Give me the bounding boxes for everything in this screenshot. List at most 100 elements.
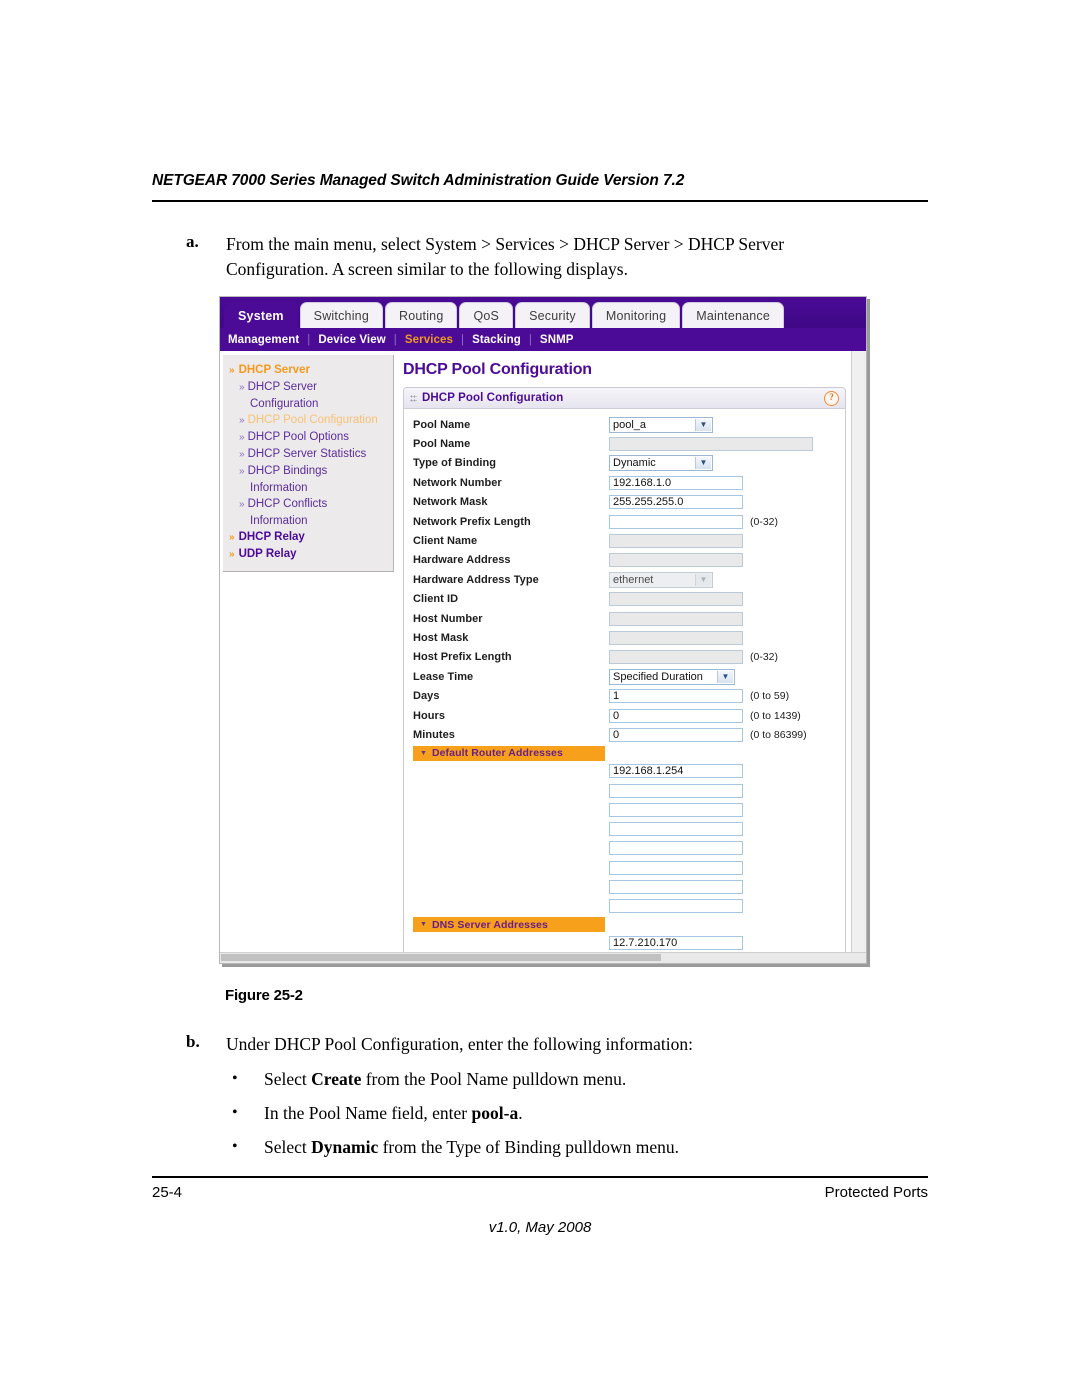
sidebar-item-information[interactable]: Information <box>223 513 393 529</box>
chevron-down-icon[interactable]: ▼ <box>717 670 733 683</box>
section-title: Default Router Addresses <box>431 747 563 760</box>
sidebar-item-dhcp-server[interactable]: » DHCP Server <box>223 379 393 396</box>
field-label-pool-name: Pool Name <box>413 418 471 431</box>
sidebar-item-dhcp-conflicts[interactable]: » DHCP Conflicts <box>223 496 393 513</box>
sidebar-item-dhcp-pool-configuration[interactable]: » DHCP Pool Configuration <box>223 412 393 429</box>
sidebar-item-dhcp-server[interactable]: » DHCP Server <box>223 362 393 379</box>
subnav-separator: | <box>461 333 465 346</box>
network-prefix-length-input[interactable] <box>609 514 743 529</box>
subnav-item-services[interactable]: Services <box>405 334 453 346</box>
form-row-host-prefix-length: Host Prefix Length (0-32) <box>404 648 845 667</box>
subnav-item-device-view[interactable]: Device View <box>318 334 385 346</box>
default-router-address-row <box>404 839 845 858</box>
chevron-right-icon: » <box>239 415 245 426</box>
default-router-address-input-1[interactable]: 192.168.1.254 <box>609 764 743 779</box>
field-label-type-of-binding: Type of Binding <box>413 457 497 470</box>
default-router-address-row <box>404 781 845 800</box>
default-router-address-row <box>404 897 845 916</box>
network-mask-input[interactable]: 255.255.255.0 <box>609 495 743 510</box>
default-router-address-input-8[interactable] <box>609 899 743 914</box>
field-control-wrap <box>609 592 743 607</box>
drag-grip-icon[interactable] <box>410 394 417 402</box>
host-number-input <box>609 611 743 626</box>
sidebar-navigation: » DHCP Server» DHCP Server Configuration» DH… <box>223 355 394 572</box>
page-title: DHCP Pool Configuration <box>403 361 592 378</box>
form-row-days: Days 1 (0 to 59) <box>404 686 845 705</box>
dns-server-address-input-1[interactable]: 12.7.210.170 <box>609 935 743 950</box>
field-label-host-mask: Host Mask <box>413 631 469 644</box>
field-control-wrap: 192.168.1.0 <box>609 475 743 490</box>
tab-monitoring[interactable]: Monitoring <box>591 302 681 328</box>
sidebar-item-udp-relay[interactable]: » UDP Relay <box>223 546 393 563</box>
type-of-binding-dropdown[interactable]: Dynamic ▼ <box>609 455 713 472</box>
dropdown-value: ethernet <box>613 573 654 586</box>
tab-security[interactable]: Security <box>515 302 590 328</box>
network-number-input[interactable]: 192.168.1.0 <box>609 475 743 490</box>
tab-maintenance[interactable]: Maintenance <box>682 302 785 328</box>
sidebar-item-label: UDP Relay <box>238 548 297 560</box>
subnav-item-management[interactable]: Management <box>228 334 299 346</box>
sidebar-item-dhcp-bindings[interactable]: » DHCP Bindings <box>223 463 393 480</box>
tab-label: QoS <box>473 309 500 323</box>
field-label-network-mask: Network Mask <box>413 496 488 509</box>
sidebar-item-label: DHCP Relay <box>238 531 305 543</box>
dropdown-value: pool_a <box>613 418 647 431</box>
form-row-hardware-address-type: Hardware Address Type ethernet ▼ <box>404 570 845 589</box>
chevron-down-icon[interactable]: ▼ <box>695 573 711 586</box>
default-router-address-input-3[interactable] <box>609 802 743 817</box>
field-control-wrap <box>609 611 743 626</box>
vertical-scrollbar[interactable] <box>851 351 866 963</box>
dns-server-addresses-section[interactable]: ▼ DNS Server Addresses <box>413 917 605 933</box>
sidebar-item-information[interactable]: Information <box>223 480 393 496</box>
subnav-item-stacking[interactable]: Stacking <box>472 334 521 346</box>
chevron-down-icon[interactable]: ▼ <box>695 457 711 470</box>
tab-label: Maintenance <box>696 309 771 323</box>
hours-input[interactable]: 0 <box>609 708 743 723</box>
sidebar-item-label: DHCP Pool Configuration <box>247 414 378 426</box>
bullet-text-pre: Select <box>264 1069 312 1089</box>
default-router-address-input-6[interactable] <box>609 860 743 875</box>
bullet-text-post: from the Pool Name pulldown menu. <box>361 1069 627 1089</box>
sidebar-item-label: DHCP Server <box>247 381 318 393</box>
field-control-wrap: pool_a ▼ <box>609 416 713 433</box>
pool-name-dropdown[interactable]: pool_a ▼ <box>609 416 713 433</box>
sidebar-item-configuration[interactable]: Configuration <box>223 396 393 412</box>
form-row-network-mask: Network Mask 255.255.255.0 <box>404 493 845 512</box>
form-row-type-of-binding: Type of Binding Dynamic ▼ <box>404 454 845 473</box>
configuration-form: Pool Name pool_a ▼ Pool Name Type of Binding… <box>404 409 845 952</box>
step-b: b. Under DHCP Pool Configuration, enter … <box>186 1032 906 1057</box>
chevron-right-icon: » <box>229 532 235 543</box>
figure-caption: Figure 25-2 <box>225 987 303 1004</box>
default-router-address-input-5[interactable] <box>609 841 743 856</box>
horizontal-scrollbar[interactable] <box>220 952 866 963</box>
default-router-addresses-section[interactable]: ▼ Default Router Addresses <box>413 745 605 761</box>
scrollbar-thumb[interactable] <box>221 954 661 961</box>
chevron-down-icon[interactable]: ▼ <box>695 418 711 431</box>
tab-routing[interactable]: Routing <box>384 302 458 328</box>
default-router-address-input-2[interactable] <box>609 783 743 798</box>
form-row-host-number: Host Number <box>404 609 845 628</box>
subnav-item-snmp[interactable]: SNMP <box>540 334 574 346</box>
minutes-input[interactable]: 0 <box>609 727 743 742</box>
main-tabbar: System Switching Routing QoS Security Monitor… <box>220 297 866 328</box>
default-router-address-input-4[interactable] <box>609 822 743 837</box>
sidebar-item-dhcp-pool-options[interactable]: » DHCP Pool Options <box>223 429 393 446</box>
default-router-address-row <box>404 800 845 819</box>
bullet-text-post: from the Type of Binding pulldown menu. <box>378 1137 679 1157</box>
help-icon[interactable]: ? <box>824 391 839 406</box>
chevron-right-icon: » <box>239 432 245 443</box>
dns-server-address-row: 12.7.210.170 <box>404 933 845 952</box>
lease-time-dropdown[interactable]: Specified Duration ▼ <box>609 668 735 685</box>
minutes-range-hint: (0 to 86399) <box>750 728 807 741</box>
client-id-input <box>609 592 743 607</box>
main-panel: DHCP Pool Configuration DHCP Pool Config… <box>398 351 852 963</box>
tab-switching[interactable]: Switching <box>299 302 383 328</box>
tab-label: Routing <box>398 309 444 323</box>
tab-qos[interactable]: QoS <box>459 302 514 328</box>
default-router-address-input-7[interactable] <box>609 880 743 895</box>
days-input[interactable]: 1 <box>609 689 743 704</box>
tab-system[interactable]: System <box>224 302 298 328</box>
sidebar-item-dhcp-relay[interactable]: » DHCP Relay <box>223 529 393 546</box>
sidebar-item-dhcp-server-statistics[interactable]: » DHCP Server Statistics <box>223 446 393 463</box>
sidebar-item-label: Configuration <box>250 398 319 410</box>
